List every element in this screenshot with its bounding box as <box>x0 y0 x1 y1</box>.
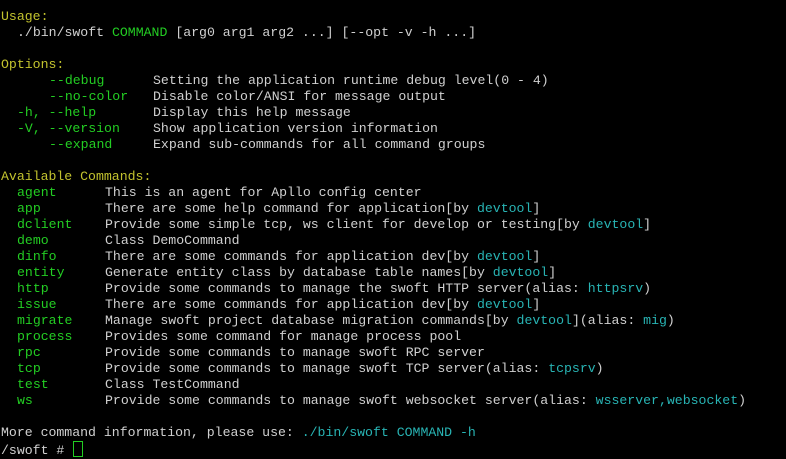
command-name: demo <box>17 233 49 248</box>
option-flag: -h, --help <box>17 105 97 120</box>
option-flag: --expand <box>49 137 113 152</box>
command-name: migrate <box>17 313 73 328</box>
option-flag: --debug <box>49 73 105 88</box>
command-desc-mid: ](alias: <box>571 313 644 328</box>
command-name: issue <box>17 297 57 312</box>
option-row: -V, --version Show application version in… <box>1 121 785 137</box>
command-desc: Generate entity class by database table … <box>105 265 493 280</box>
option-flag: -V, --version <box>17 121 120 136</box>
command-desc: Provide some commands to manage swoft we… <box>105 393 596 408</box>
command-desc: Manage swoft project database migration … <box>105 313 517 328</box>
usage-command: COMMAND <box>111 25 168 40</box>
command-row: dclient Provide some simple tcp, ws clien… <box>1 217 785 233</box>
command-row: agent This is an agent for Apllo config c… <box>1 185 785 201</box>
command-name: dclient <box>17 217 73 232</box>
info-command: ./bin/swoft COMMAND -h <box>301 425 476 440</box>
command-desc: Provide some commands to manage the swof… <box>105 281 588 296</box>
option-desc: Setting the application runtime debug le… <box>153 73 549 88</box>
command-highlight: devtool <box>516 313 572 328</box>
commands-heading: Available Commands: <box>1 169 152 184</box>
command-row: test Class TestCommand <box>1 377 785 393</box>
command-list: agent This is an agent for Apllo config c… <box>1 185 785 409</box>
command-desc: Class DemoCommand <box>105 233 240 248</box>
command-desc-tail: ) <box>666 313 675 328</box>
command-row: migrate Manage swoft project database mig… <box>1 313 785 329</box>
info-line: More command information, please use: ./… <box>1 425 785 441</box>
command-row: issue There are some commands for applica… <box>1 297 785 313</box>
command-row: app There are some help command for appli… <box>1 201 785 217</box>
command-highlight: devtool <box>476 297 533 312</box>
usage-line: ./bin/swoft COMMAND [arg0 arg1 arg2 ...]… <box>1 25 785 41</box>
option-row: --expand Expand sub-commands for all comm… <box>1 137 785 153</box>
command-row: process Provides some command for manage … <box>1 329 785 345</box>
command-desc: Provide some commands to manage swoft TC… <box>105 361 549 376</box>
usage-heading: Usage: <box>1 9 49 24</box>
prompt-line[interactable]: /swoft # <box>1 441 785 458</box>
command-row: demo Class DemoCommand <box>1 233 785 249</box>
option-flag: --no-color <box>49 89 129 104</box>
info-text: More command information, please use: <box>1 425 302 440</box>
command-name: dinfo <box>17 249 57 264</box>
command-desc-tail: ] <box>548 265 557 280</box>
options-heading: Options: <box>1 57 65 72</box>
option-desc: Show application version information <box>153 121 438 136</box>
command-desc: Provide some commands to manage swoft RP… <box>105 345 485 360</box>
terminal-window[interactable]: Usage: ./bin/swoft COMMAND [arg0 arg1 ar… <box>1 9 785 458</box>
command-row: entity Generate entity class by database … <box>1 265 785 281</box>
shell-prompt: /swoft # <box>1 443 73 458</box>
command-row: rpc Provide some commands to manage swoft… <box>1 345 785 361</box>
command-desc: Class TestCommand <box>105 377 240 392</box>
command-name: tcp <box>17 361 41 376</box>
command-highlight: devtool <box>476 201 533 216</box>
option-desc: Display this help message <box>153 105 351 120</box>
command-desc-tail: ] <box>532 201 541 216</box>
command-highlight: tcpsrv <box>548 361 596 376</box>
usage-script: ./bin/swoft <box>17 25 105 40</box>
text-cursor[interactable] <box>73 441 84 457</box>
usage-args: [arg0 arg1 arg2 ...] [--opt -v -h ...] <box>175 25 477 40</box>
command-highlight: mig <box>643 313 667 328</box>
option-desc: Expand sub-commands for all command grou… <box>153 137 486 152</box>
command-desc-tail: ) <box>595 361 604 376</box>
command-desc: This is an agent for Apllo config center <box>105 185 422 200</box>
command-highlight: devtool <box>476 249 533 264</box>
option-desc: Disable color/ANSI for message output <box>153 89 446 104</box>
command-row: http Provide some commands to manage the … <box>1 281 785 297</box>
command-name: agent <box>17 185 57 200</box>
option-row: --debug Setting the application runtime d… <box>1 73 785 89</box>
command-row: tcp Provide some commands to manage swoft… <box>1 361 785 377</box>
command-desc-tail: ] <box>532 297 541 312</box>
command-desc-tail: ) <box>643 281 652 296</box>
command-name: http <box>17 281 49 296</box>
command-name: test <box>17 377 49 392</box>
command-desc-tail: ] <box>643 217 652 232</box>
command-highlight: devtool <box>492 265 549 280</box>
command-highlight: httpsrv <box>587 281 644 296</box>
command-desc: There are some help command for applicat… <box>105 201 477 216</box>
command-desc-tail: ] <box>532 249 541 264</box>
command-name: process <box>17 329 73 344</box>
command-row: ws Provide some commands to manage swoft … <box>1 393 785 409</box>
option-row: --no-color Disable color/ANSI for message… <box>1 89 785 105</box>
command-row: dinfo There are some commands for applica… <box>1 249 785 265</box>
command-name: app <box>17 201 41 216</box>
option-row: -h, --help Display this help message <box>1 105 785 121</box>
command-desc: There are some commands for application … <box>105 297 477 312</box>
command-desc: There are some commands for application … <box>105 249 477 264</box>
command-highlight: wsserver,websocket <box>595 393 739 408</box>
command-name: ws <box>17 393 33 408</box>
command-desc: Provides some command for manage process… <box>105 329 462 344</box>
command-desc: Provide some simple tcp, ws client for d… <box>105 217 588 232</box>
command-highlight: devtool <box>587 217 644 232</box>
command-name: entity <box>17 265 65 280</box>
command-desc-tail: ) <box>738 393 747 408</box>
command-name: rpc <box>17 345 41 360</box>
